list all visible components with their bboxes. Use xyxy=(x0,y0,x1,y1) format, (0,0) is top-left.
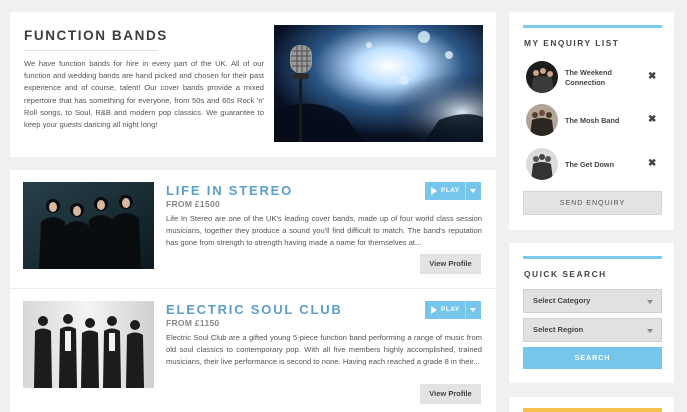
list-item: ELECTRIC SOUL CLUB FROM £1150 Electric S… xyxy=(10,288,496,412)
band-photo[interactable] xyxy=(23,182,154,269)
enquiry-item-name[interactable]: The Get Down xyxy=(565,160,643,170)
page-title: FUNCTION BANDS xyxy=(24,28,168,43)
band-name-link[interactable]: LIFE IN STEREO xyxy=(166,183,293,198)
play-button[interactable]: PLAY xyxy=(425,301,481,319)
close-icon[interactable]: ✖ xyxy=(648,114,656,125)
play-label: PLAY xyxy=(441,187,460,194)
microphone-stage-photo xyxy=(274,25,483,142)
view-profile-button[interactable]: View Profile xyxy=(420,384,481,404)
band-description: Electric Soul Club are a gifted young 5-… xyxy=(166,333,482,367)
list-item: LIFE IN STEREO FROM £1500 Life In Stereo… xyxy=(10,170,496,286)
band-listing: LIFE IN STEREO FROM £1500 Life In Stereo… xyxy=(10,170,496,412)
accent-bar xyxy=(523,25,662,28)
chevron-down-icon[interactable] xyxy=(470,189,476,193)
play-button[interactable]: PLAY xyxy=(425,182,481,200)
accent-bar xyxy=(523,408,662,412)
enquiry-item-name[interactable]: The Weekend Connection xyxy=(565,68,643,88)
play-divider xyxy=(465,182,466,200)
region-select-value: Select Region xyxy=(533,325,584,334)
intro-panel: FUNCTION BANDS We have function bands fo… xyxy=(10,12,496,157)
play-icon xyxy=(431,187,437,195)
close-icon[interactable]: ✖ xyxy=(648,71,656,82)
enquiry-item-name[interactable]: The Mosh Band xyxy=(565,116,643,126)
quick-search-panel: QUICK SEARCH Select Category Select Regi… xyxy=(509,243,674,383)
chevron-down-icon[interactable] xyxy=(470,308,476,312)
quick-search-title: QUICK SEARCH xyxy=(524,269,607,279)
enquiry-list-panel: MY ENQUIRY LIST The Weekend Connection ✖… xyxy=(509,12,674,230)
band-name-link[interactable]: ELECTRIC SOUL CLUB xyxy=(166,302,343,317)
band-photo[interactable] xyxy=(23,301,154,388)
avatar xyxy=(526,61,558,93)
accent-bar xyxy=(523,256,662,259)
send-enquiry-button[interactable]: SEND ENQUIRY xyxy=(523,191,662,215)
enquiry-list-title: MY ENQUIRY LIST xyxy=(524,38,620,48)
band-description: Life In Stereo are one of the UK's leadi… xyxy=(166,214,482,248)
category-select[interactable]: Select Category xyxy=(523,289,662,313)
avatar xyxy=(526,148,558,180)
enquiry-item: The Weekend Connection ✖ xyxy=(526,61,666,95)
title-divider xyxy=(24,50,158,51)
next-sidebar-panel xyxy=(509,397,674,412)
avatar xyxy=(526,104,558,136)
enquiry-item: The Mosh Band ✖ xyxy=(526,104,666,138)
category-select-value: Select Category xyxy=(533,296,591,305)
band-price: FROM £1500 xyxy=(166,199,221,209)
chevron-down-icon xyxy=(647,300,653,304)
close-icon[interactable]: ✖ xyxy=(648,158,656,169)
region-select[interactable]: Select Region xyxy=(523,318,662,342)
band-price: FROM £1150 xyxy=(166,318,220,328)
play-divider xyxy=(465,301,466,319)
search-button[interactable]: SEARCH xyxy=(523,347,662,369)
play-label: PLAY xyxy=(441,306,460,313)
intro-text: We have function bands for hire in every… xyxy=(24,59,264,130)
chevron-down-icon xyxy=(647,329,653,333)
view-profile-button[interactable]: View Profile xyxy=(420,254,481,274)
enquiry-item: The Get Down ✖ xyxy=(526,148,666,182)
play-icon xyxy=(431,306,437,314)
